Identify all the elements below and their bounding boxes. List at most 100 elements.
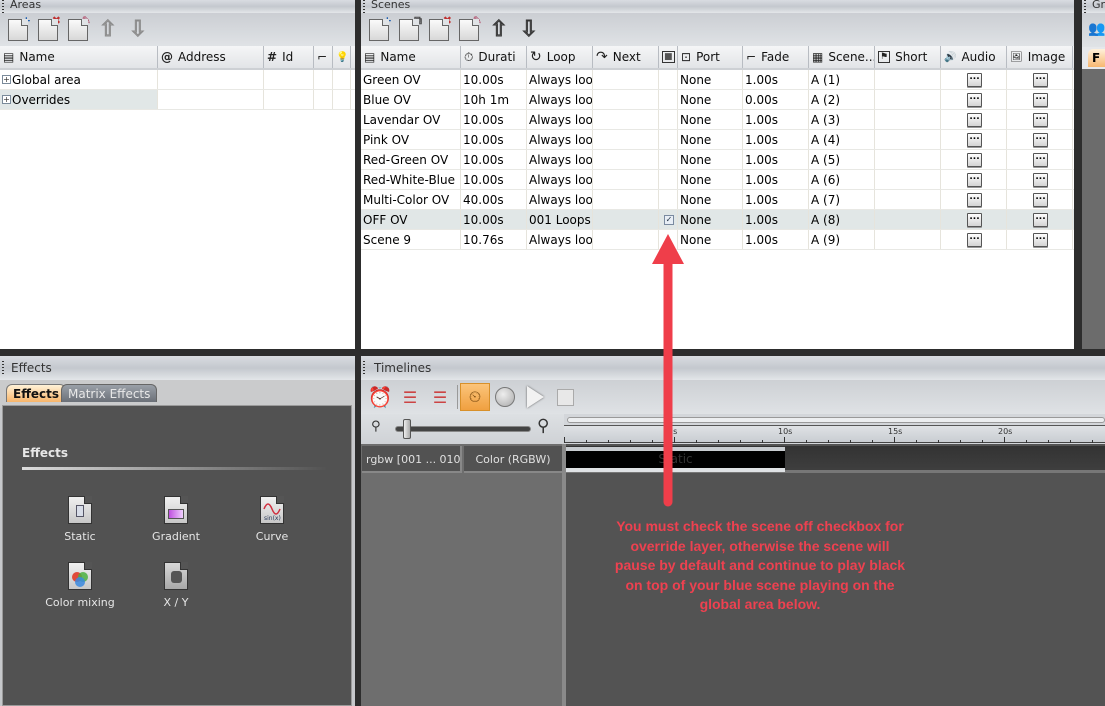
scene-next-cell[interactable] [593,210,659,229]
scene-duration-cell[interactable]: 40.00s [461,190,527,209]
scene-loop-cell[interactable]: Always loop [527,150,593,169]
scene-duration-cell[interactable]: 10h 1m [461,90,527,109]
scene-shortcut-cell[interactable] [875,210,941,229]
scene-audio-cell[interactable]: ... [941,170,1007,189]
column-audio[interactable]: 🔊 Audio [941,46,1007,68]
scene-fade-cell[interactable]: 0.00s [743,90,809,109]
scene-number-cell[interactable]: A (1) [809,70,875,89]
audio-browse-button[interactable]: ... [967,192,982,207]
scene-off-cell[interactable] [659,170,678,189]
column-id[interactable]: # Id [264,46,314,68]
column-next[interactable]: ↷ Next [593,46,659,68]
image-browse-button[interactable]: ... [1033,232,1048,247]
image-browse-button[interactable]: ... [1033,112,1048,127]
scene-row[interactable]: Pink OV10.00sAlways loop None1.00sA (4)..… [361,130,1074,150]
scene-off-cell[interactable] [659,150,678,169]
add-area-button[interactable]: + [4,14,32,43]
scene-off-checkbox[interactable]: ✓ [664,214,674,225]
scene-duration-cell[interactable]: 10.00s [461,130,527,149]
column-fade[interactable]: ⌐ Fade [743,46,809,68]
area-row-global[interactable]: + Global area [0,70,355,90]
add-scene-button[interactable]: + [365,14,393,43]
column-port[interactable]: ⊡ Port [678,46,743,68]
audio-browse-button[interactable]: ... [967,152,982,167]
column-loop[interactable]: ↻ Loop [527,46,593,68]
column-name[interactable]: ▤ Name [361,46,461,68]
scene-name-cell[interactable]: Blue OV [361,90,461,109]
scene-loop-cell[interactable]: Always loop [527,230,593,249]
scene-audio-cell[interactable]: ... [941,210,1007,229]
zoom-slider-track[interactable] [395,426,531,432]
scene-shortcut-cell[interactable] [875,230,941,249]
scene-loop-cell[interactable]: Always loop [527,130,593,149]
scene-name-cell[interactable]: Multi-Color OV [361,190,461,209]
move-scene-up-button[interactable]: ⇧ [485,17,513,43]
scene-name-cell[interactable]: Red-White-Blue [361,170,461,189]
sync-clock-button[interactable]: ⏲ [460,383,490,411]
scene-image-cell[interactable]: ... [1007,110,1073,129]
scene-port-cell[interactable]: None [678,70,743,89]
scene-number-cell[interactable]: A (4) [809,130,875,149]
scene-name-cell[interactable]: Lavendar OV [361,110,461,129]
drag-grip[interactable] [2,0,4,13]
scene-row[interactable]: Red-White-Blue10.00sAlways loop None1.00s… [361,170,1074,190]
scene-number-cell[interactable]: A (9) [809,230,875,249]
scene-fade-cell[interactable]: 1.00s [743,170,809,189]
scene-loop-cell[interactable]: Always loop [527,190,593,209]
groups-tab[interactable]: F [1088,49,1105,67]
move-scene-down-button[interactable]: ⇩ [515,17,543,43]
scene-image-cell[interactable]: ... [1007,230,1073,249]
zoom-out-icon[interactable]: ⚲ [371,419,381,434]
scene-number-cell[interactable]: A (7) [809,190,875,209]
scene-off-cell[interactable] [659,110,678,129]
scene-duration-cell[interactable]: 10.00s [461,70,527,89]
column-shortcut[interactable]: ⚑ Short [875,46,941,68]
scene-image-cell[interactable]: ... [1007,90,1073,109]
scene-shortcut-cell[interactable] [875,90,941,109]
drag-grip[interactable] [363,0,365,13]
effect-curve[interactable]: sin(x) Curve [227,496,317,543]
scene-image-cell[interactable]: ... [1007,130,1073,149]
scene-number-cell[interactable]: A (3) [809,110,875,129]
align-tracks-button[interactable]: ☰ [395,383,425,411]
drag-grip[interactable] [2,361,4,375]
group-users-icon[interactable]: 👥 [1088,21,1105,37]
scene-shortcut-cell[interactable] [875,130,941,149]
scene-image-cell[interactable]: ... [1007,150,1073,169]
scene-number-cell[interactable]: A (2) [809,90,875,109]
scene-next-cell[interactable] [593,170,659,189]
scene-shortcut-cell[interactable] [875,150,941,169]
scene-loop-cell[interactable]: Always loop [527,90,593,109]
scene-image-cell[interactable]: ... [1007,190,1073,209]
scene-duration-cell[interactable]: 10.00s [461,150,527,169]
zoom-in-icon[interactable]: ⚲ [537,416,549,436]
column-image[interactable]: 🖼 Image [1007,46,1073,68]
scene-row[interactable]: Blue OV10h 1mAlways loop None0.00sA (2)..… [361,90,1074,110]
scene-row[interactable]: Lavendar OV10.00sAlways loop None1.00sA (… [361,110,1074,130]
scene-shortcut-cell[interactable] [875,190,941,209]
image-browse-button[interactable]: ... [1033,212,1048,227]
scene-next-cell[interactable] [593,110,659,129]
move-area-down-button[interactable]: ⇩ [124,17,152,43]
scene-row[interactable]: OFF OV 10.00s 001 Loops ✓ None 1.00s A (8)....… [361,210,1074,230]
scene-loop-cell[interactable]: Always loop [527,110,593,129]
area-row-overrides[interactable]: + Overrides [0,90,355,110]
column-duration[interactable]: ⏱ Durati [461,46,527,68]
audio-browse-button[interactable]: ... [967,172,982,187]
scene-off-cell[interactable] [659,90,678,109]
scene-audio-cell[interactable]: ... [941,230,1007,249]
timeline-duration-button[interactable]: ⏰ [365,383,395,411]
image-browse-button[interactable]: ... [1033,172,1048,187]
scene-port-cell[interactable]: None [678,130,743,149]
scene-duration-cell[interactable]: 10.00s [461,170,527,189]
scene-off-cell[interactable] [659,70,678,89]
column-address[interactable]: @ Address [158,46,264,68]
scene-duration-cell[interactable]: 10.00s [461,210,527,229]
column-name[interactable]: ▤ Name [0,46,158,68]
audio-browse-button[interactable]: ... [967,232,982,247]
scene-shortcut-cell[interactable] [875,70,941,89]
scene-duration-cell[interactable]: 10.76s [461,230,527,249]
audio-browse-button[interactable]: ... [967,132,982,147]
scene-next-cell[interactable] [593,150,659,169]
track-fixture-cell[interactable]: rgbw [001 ... 010... [362,446,462,473]
